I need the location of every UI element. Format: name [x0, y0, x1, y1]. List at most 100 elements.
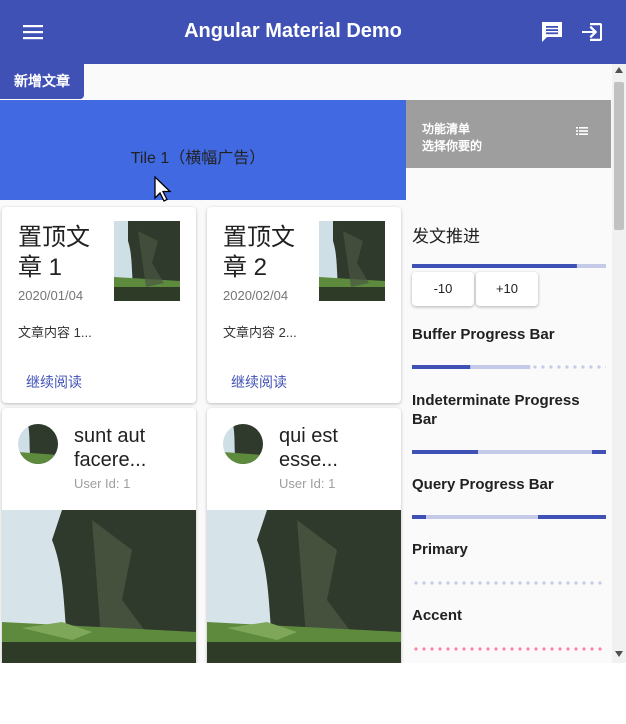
progress-dot: [558, 581, 562, 585]
progress-dot: [430, 581, 434, 585]
progress-dot: [549, 365, 553, 369]
progress-dot: [541, 365, 545, 369]
post-image: [207, 510, 401, 663]
pinned-post-content: 文章内容 2...: [223, 325, 297, 340]
vertical-scrollbar[interactable]: [612, 64, 626, 663]
indeterminate-progress-label: Indeterminate Progress Bar: [412, 392, 580, 428]
post-user-id: User Id: 1: [279, 476, 336, 491]
main-content: 新增文章 Tile 1（横幅广告） 功能清单 选择你要的 置顶文章 1 2020…: [0, 64, 612, 663]
progress-dot: [590, 581, 594, 585]
progress-dot: [502, 581, 506, 585]
progress-dot: [550, 647, 554, 651]
progress-dot: [462, 581, 466, 585]
progress-dot: [510, 581, 514, 585]
progress-dot: [550, 581, 554, 585]
progress-dot: [462, 647, 466, 651]
decrease-progress-button[interactable]: -10: [412, 272, 474, 306]
progress-dot: [573, 365, 577, 369]
post-title: sunt aut facere...: [74, 425, 147, 471]
post-card: sunt aut facere... User Id: 1: [2, 408, 196, 663]
scroll-down-arrow-icon[interactable]: [615, 651, 623, 657]
banner-tile: Tile 1（横幅广告）: [0, 100, 406, 200]
publish-progress-bar: [412, 264, 606, 268]
query-progress-label: Query Progress Bar: [412, 476, 554, 493]
progress-dot: [534, 581, 538, 585]
progress-dot: [542, 581, 546, 585]
progress-dot: [534, 647, 538, 651]
banner-tile-label: Tile 1（横幅广告）: [130, 150, 266, 167]
progress-dot: [422, 581, 426, 585]
increase-progress-button[interactable]: +10: [476, 272, 538, 306]
progress-dot: [422, 647, 426, 651]
progress-dot: [486, 647, 490, 651]
function-list-title: 功能清单: [422, 122, 471, 136]
continue-reading-link[interactable]: 继续阅读: [231, 372, 287, 392]
indeterminate-progress-bar: [412, 450, 606, 454]
progress-dot: [494, 581, 498, 585]
exit-to-app-icon[interactable]: [578, 18, 606, 46]
progress-dot: [446, 581, 450, 585]
progress-dot: [589, 365, 593, 369]
progress-dot: [558, 647, 562, 651]
accent-label: Accent: [412, 607, 463, 624]
continue-reading-link[interactable]: 继续阅读: [26, 372, 82, 392]
progress-dot: [454, 581, 458, 585]
progress-dot: [478, 647, 482, 651]
avatar: [223, 424, 263, 464]
function-list-tile[interactable]: 功能清单 选择你要的: [406, 100, 611, 168]
progress-dot: [494, 647, 498, 651]
progress-dot: [414, 581, 418, 585]
progress-dot: [478, 581, 482, 585]
app-toolbar: Angular Material Demo: [0, 0, 626, 64]
progress-dot: [598, 647, 602, 651]
progress-dot: [598, 581, 602, 585]
progress-dot: [518, 647, 522, 651]
pinned-post-title: 置顶文章 1: [18, 224, 90, 281]
progress-dot: [582, 581, 586, 585]
progress-dot: [566, 647, 570, 651]
new-post-tab[interactable]: 新增文章: [0, 64, 84, 99]
progress-dot: [533, 365, 537, 369]
progress-dot: [470, 581, 474, 585]
progress-dot: [565, 365, 569, 369]
progress-dot: [542, 647, 546, 651]
progress-dot: [502, 647, 506, 651]
progress-dot: [605, 365, 606, 369]
progress-dot: [526, 581, 530, 585]
progress-dot: [454, 647, 458, 651]
buffer-progress-bar: [412, 365, 606, 369]
pinned-post-card: 置顶文章 2 2020/02/04 文章内容 2... 继续阅读: [207, 207, 401, 403]
progress-dot: [526, 647, 530, 651]
progress-dot: [518, 581, 522, 585]
progress-dot: [582, 647, 586, 651]
progress-dot: [486, 581, 490, 585]
scrollbar-thumb[interactable]: [614, 82, 624, 230]
progress-dot: [510, 647, 514, 651]
accent-progress-bar: [414, 647, 602, 651]
progress-dot: [566, 581, 570, 585]
pinned-post-thumbnail: [114, 221, 180, 301]
avatar: [18, 424, 58, 464]
pinned-post-thumbnail: [319, 221, 385, 301]
post-card: qui est esse... User Id: 1: [207, 408, 401, 663]
progress-dot: [574, 647, 578, 651]
publish-progress-label: 发文推进: [412, 227, 480, 246]
pinned-post-date: 2020/02/04: [223, 288, 289, 303]
progress-dot: [438, 647, 442, 651]
buffer-progress-label: Buffer Progress Bar: [412, 326, 555, 343]
scroll-up-arrow-icon[interactable]: [615, 67, 623, 73]
progress-dot: [590, 647, 594, 651]
primary-progress-bar: [414, 581, 602, 585]
progress-dot: [470, 647, 474, 651]
query-progress-bar: [412, 515, 606, 519]
progress-dot: [414, 647, 418, 651]
post-user-id: User Id: 1: [74, 476, 131, 491]
progress-dot: [557, 365, 561, 369]
progress-dot: [446, 647, 450, 651]
app-title: Angular Material Demo: [184, 20, 402, 42]
progress-dot: [581, 365, 585, 369]
chat-icon[interactable]: [538, 18, 566, 46]
post-title: qui est esse...: [279, 425, 338, 471]
progress-dot: [438, 581, 442, 585]
pinned-post-content: 文章内容 1...: [18, 325, 92, 340]
